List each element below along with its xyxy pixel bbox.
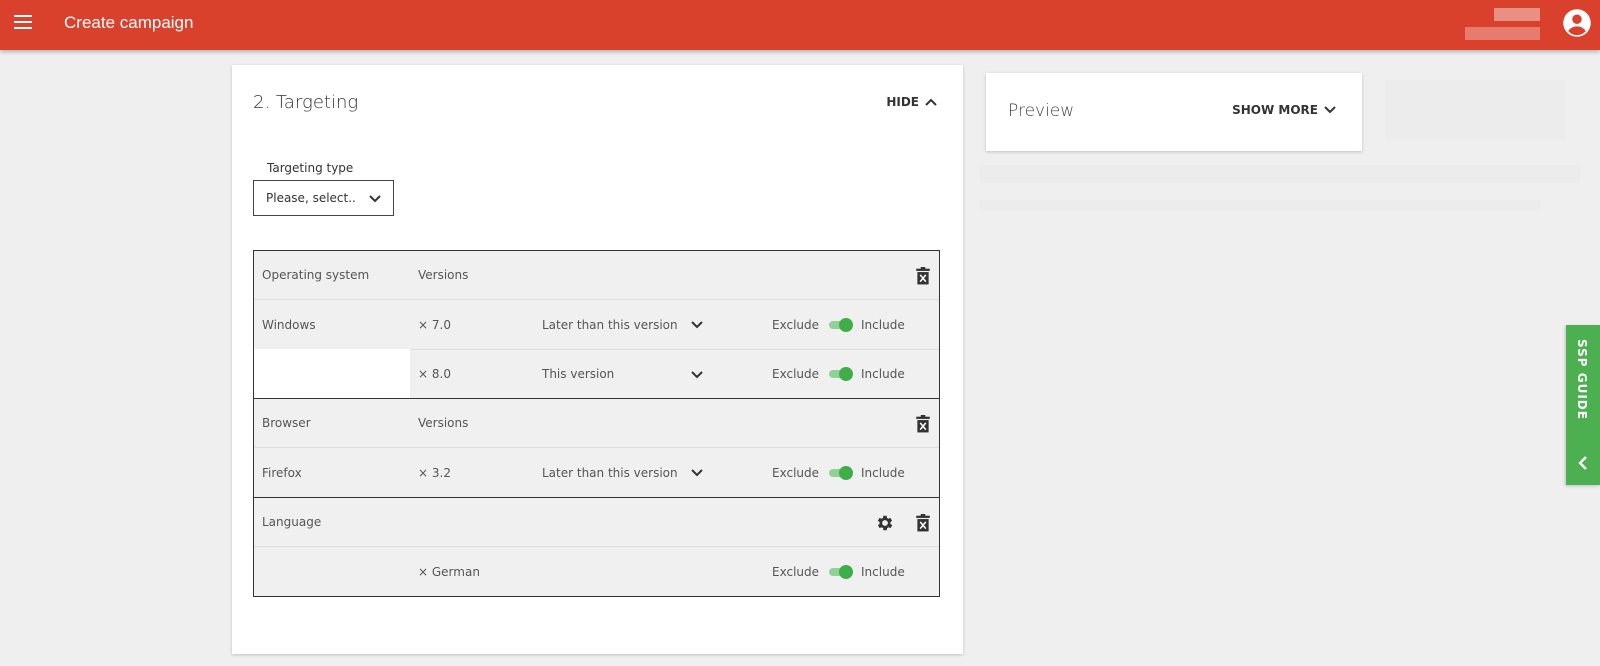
version-tag[interactable]: × 3.2: [418, 466, 451, 480]
delete-icon[interactable]: [915, 267, 931, 285]
targeting-table: Operating system Versions Windows × 7.0 …: [253, 250, 940, 597]
targeting-group-os: Operating system Versions Windows × 7.0 …: [254, 251, 939, 399]
versions-header: Versions: [418, 416, 469, 430]
ssp-guide-label: SSP GUIDE: [1575, 339, 1589, 420]
targeting-row: × German Exclude Include: [254, 547, 939, 596]
group-name: Browser: [262, 416, 311, 430]
versions-header: Versions: [418, 268, 469, 282]
include-toggle[interactable]: [827, 367, 854, 381]
ssp-guide-tab[interactable]: SSP GUIDE: [1566, 325, 1600, 485]
chevron-down-icon[interactable]: [691, 371, 703, 379]
show-more-button[interactable]: SHOW MORE: [1232, 103, 1336, 117]
hide-button[interactable]: HIDE: [886, 95, 937, 109]
background-placeholder: [980, 200, 1540, 210]
targeting-card: 2. Targeting HIDE Targeting type Please,…: [232, 65, 963, 654]
chevron-down-icon[interactable]: [691, 469, 703, 477]
include-label: Include: [861, 317, 905, 332]
group-name: Language: [262, 515, 322, 529]
group-name: Operating system: [262, 268, 370, 282]
targeting-type-label: Targeting type: [267, 161, 354, 175]
chevron-down-icon: [1324, 106, 1336, 114]
chevron-up-icon: [925, 98, 937, 106]
include-exclude-switch: Exclude Include: [772, 564, 905, 579]
targeting-row: × 8.0 This version Exclude Include: [410, 349, 939, 398]
delete-icon[interactable]: [915, 514, 931, 532]
chevron-down-icon: [369, 195, 381, 203]
app-bar: Create campaign: [0, 0, 1600, 50]
exclude-label: Exclude: [772, 317, 820, 332]
targeting-type-select[interactable]: Please, select..: [253, 180, 394, 216]
targeting-group-browser: Browser Versions Firefox × 3.2 Later tha…: [254, 399, 939, 498]
show-more-label: SHOW MORE: [1232, 103, 1318, 117]
hide-label: HIDE: [886, 95, 919, 109]
group-header: Language: [254, 498, 939, 547]
include-exclude-switch: Exclude Include: [772, 465, 905, 480]
delete-icon[interactable]: [915, 415, 931, 433]
condition-select[interactable]: Later than this version: [542, 318, 678, 332]
preview-title: Preview: [1008, 101, 1075, 121]
page-title: Create campaign: [64, 13, 194, 32]
section-title: 2. Targeting: [253, 92, 359, 113]
group-header: Operating system Versions: [254, 251, 939, 300]
include-toggle[interactable]: [827, 564, 854, 579]
exclude-label: Exclude: [772, 367, 820, 381]
include-label: Include: [861, 564, 905, 579]
include-label: Include: [861, 465, 905, 480]
version-tag[interactable]: × 8.0: [418, 367, 451, 381]
include-toggle[interactable]: [827, 465, 854, 480]
account-circle-icon[interactable]: [1562, 8, 1592, 38]
redacted-user-email: [1465, 27, 1540, 40]
exclude-label: Exclude: [772, 465, 820, 480]
exclude-label: Exclude: [772, 564, 820, 579]
chevron-down-icon[interactable]: [691, 321, 703, 329]
group-header: Browser Versions: [254, 399, 939, 448]
menu-icon[interactable]: [14, 15, 32, 33]
include-label: Include: [861, 367, 905, 381]
include-exclude-switch: Exclude Include: [772, 317, 905, 332]
background-placeholder: [980, 165, 1580, 183]
condition-select[interactable]: This version: [542, 367, 614, 381]
condition-select[interactable]: Later than this version: [542, 466, 678, 480]
chevron-left-icon: [1578, 456, 1587, 470]
redacted-user-name: [1494, 8, 1540, 21]
language-tag[interactable]: × German: [418, 565, 480, 579]
include-exclude-switch: Exclude Include: [772, 367, 905, 381]
targeting-group-language: Language × German Exclude Include: [254, 498, 939, 597]
gear-icon[interactable]: [875, 513, 895, 533]
background-placeholder: [1385, 80, 1565, 140]
targeting-row: Windows × 7.0 Later than this version Ex…: [254, 300, 939, 349]
targeting-type-value: Please, select..: [266, 191, 356, 205]
version-tag[interactable]: × 7.0: [418, 318, 451, 332]
targeting-row: Firefox × 3.2 Later than this version Ex…: [254, 448, 939, 497]
item-name: Firefox: [262, 465, 302, 480]
preview-card: Preview SHOW MORE: [986, 73, 1362, 151]
item-name: Windows: [262, 317, 316, 332]
include-toggle[interactable]: [827, 317, 854, 332]
